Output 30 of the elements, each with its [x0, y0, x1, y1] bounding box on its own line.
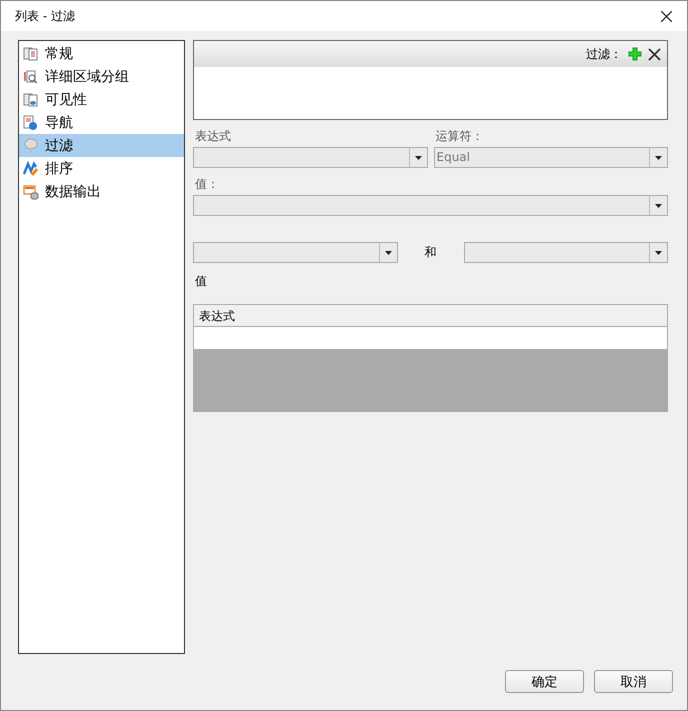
sidebar-item[interactable]: 详细区域分组 — [19, 65, 184, 88]
values-label: 值 — [195, 273, 208, 290]
value-dropdown[interactable] — [193, 195, 668, 216]
sidebar-item[interactable]: 常规 — [19, 42, 184, 65]
sidebar-item[interactable]: 排序 — [19, 157, 184, 180]
column-header: 表达式 — [194, 305, 667, 327]
dropdown-arrow-icon — [384, 250, 392, 254]
range-separator: 和 — [424, 244, 438, 261]
dropdown-arrow-icon — [655, 204, 662, 208]
field-label: 表达式 — [195, 128, 232, 145]
window-title: 列表 - 过滤 — [15, 8, 75, 24]
sidebar-item[interactable]: 数据输出 — [19, 180, 184, 203]
header-label: 过滤： — [586, 46, 622, 62]
field-label: 值： — [195, 176, 220, 193]
dropdown-arrow-icon — [655, 156, 662, 160]
range-start-dropdown[interactable] — [193, 242, 398, 263]
delete-icon[interactable] — [648, 48, 661, 60]
add-icon[interactable] — [628, 47, 642, 61]
expression-dropdown[interactable] — [193, 147, 428, 168]
field-label: 运算符： — [436, 128, 484, 145]
sidebar-item[interactable]: 导航 — [19, 111, 184, 134]
close-icon — [660, 10, 672, 22]
sidebar-item[interactable]: 可见性 — [19, 88, 184, 111]
sidebar-item[interactable]: 过滤 — [19, 134, 184, 157]
range-end-dropdown[interactable] — [464, 242, 668, 263]
dialog-button[interactable]: 确定 — [505, 670, 584, 693]
dropdown-arrow-icon — [414, 156, 422, 160]
dialog-button[interactable]: 取消 — [594, 670, 673, 693]
grid-row[interactable] — [194, 327, 667, 350]
dropdown-arrow-icon — [655, 250, 662, 254]
